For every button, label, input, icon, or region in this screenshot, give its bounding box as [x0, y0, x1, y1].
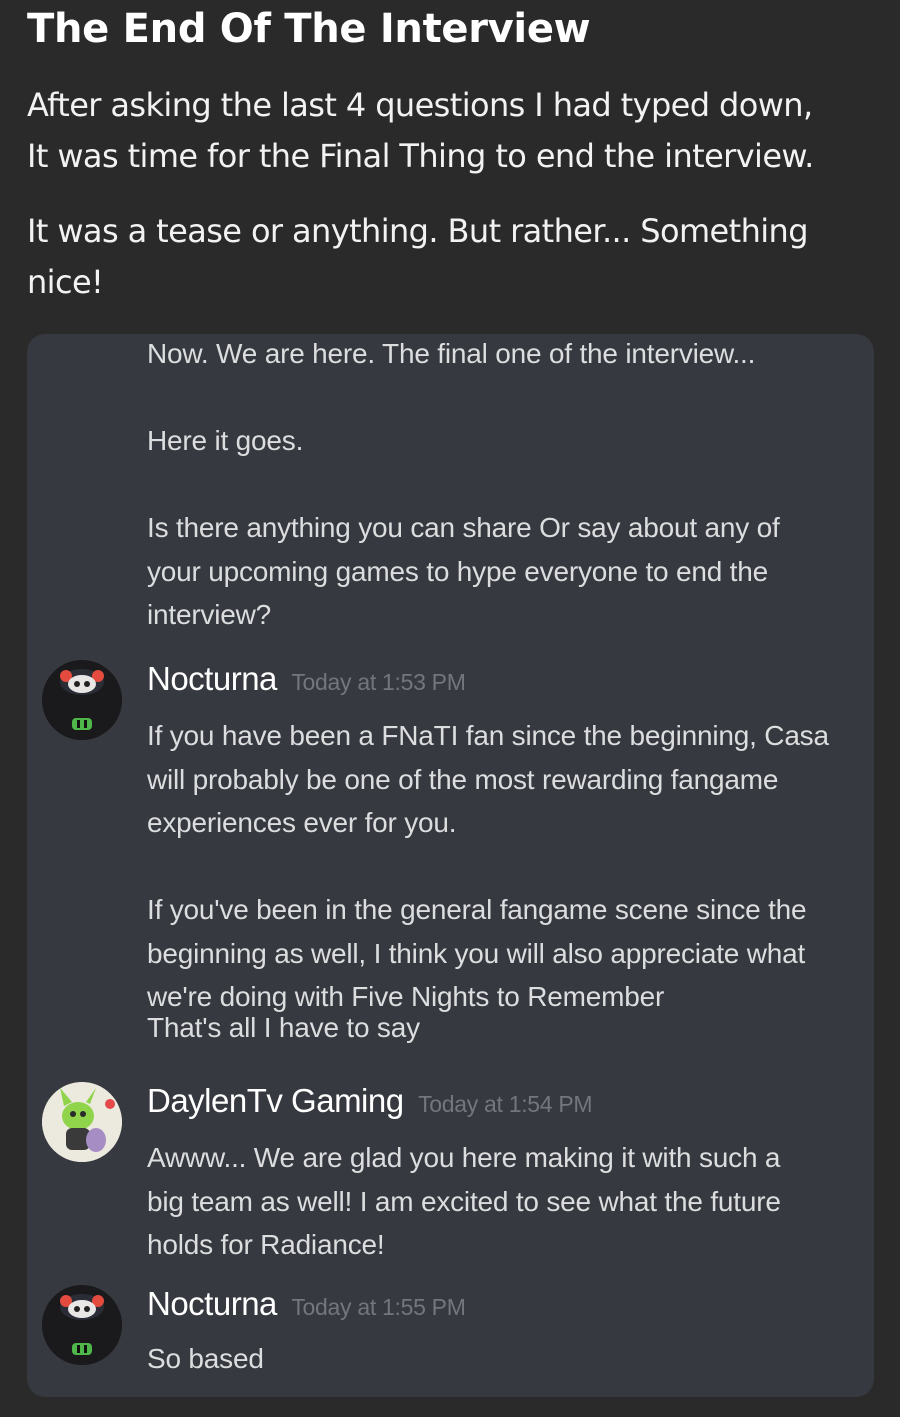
message-line: So based — [147, 1343, 264, 1374]
message-line: will probably be one of the most rewardi… — [147, 763, 779, 795]
message-line: your upcoming games to hype everyone to … — [147, 555, 768, 587]
message-header: DaylenTv Gaming Today at 1:54 PM — [147, 1082, 593, 1120]
post-paragraph-line: After asking the last 4 questions I had … — [27, 86, 813, 124]
message-line: big team as well! I am excited to see wh… — [147, 1185, 781, 1217]
message-line: Here it goes. — [147, 425, 304, 456]
message-timestamp[interactable]: Today at 1:55 PM — [291, 1294, 466, 1320]
message-line: Now. We are here. The final one of the i… — [147, 338, 756, 369]
author-name[interactable]: Nocturna — [147, 660, 277, 697]
message-line: If you have been a FNaTI fan since the b… — [147, 720, 829, 751]
message-line: experiences ever for you. — [147, 807, 457, 838]
chat-message-text: So based — [147, 1337, 867, 1381]
message-timestamp[interactable]: Today at 1:54 PM — [418, 1091, 593, 1117]
nocturna-avatar-icon[interactable] — [42, 660, 122, 740]
post-paragraph-2: It was a tease or anything. But rather..… — [27, 206, 877, 308]
nocturna-avatar-icon[interactable] — [42, 1285, 122, 1365]
message-header: Nocturna Today at 1:55 PM — [147, 1285, 466, 1323]
post-paragraph-line: It was time for the Final Thing to end t… — [27, 137, 814, 175]
chat-message-text: Now. We are here. The final one of the i… — [147, 334, 867, 376]
chat-message-text: If you've been in the general fangame sc… — [147, 888, 867, 1049]
post-title: The End Of The Interview — [27, 6, 591, 52]
post-paragraph-line: It was a tease or anything. But rather..… — [27, 212, 809, 250]
daylentv-avatar-icon[interactable] — [42, 1082, 122, 1162]
message-line: Awww... We are glad you here making it w… — [147, 1142, 781, 1173]
author-name[interactable]: Nocturna — [147, 1285, 277, 1322]
message-line: beginning as well, I think you will also… — [147, 937, 806, 969]
post-paragraph-1: After asking the last 4 questions I had … — [27, 80, 877, 182]
chat-screenshot-card: Now. We are here. The final one of the i… — [27, 334, 874, 1397]
chat-message-text: Awww... We are glad you here making it w… — [147, 1136, 867, 1267]
message-line: interview? — [147, 599, 272, 630]
message-line: holds for Radiance! — [147, 1229, 385, 1260]
message-line: Is there anything you can share Or say a… — [147, 512, 780, 543]
message-timestamp[interactable]: Today at 1:53 PM — [291, 669, 466, 695]
chat-message-text: If you have been a FNaTI fan since the b… — [147, 714, 867, 845]
message-line: If you've been in the general fangame sc… — [147, 894, 807, 925]
message-header: Nocturna Today at 1:53 PM — [147, 660, 466, 698]
chat-message-text: Is there anything you can share Or say a… — [147, 506, 867, 637]
post-paragraph-line: nice! — [27, 263, 104, 301]
chat-message-text: Here it goes. — [147, 419, 867, 463]
author-name[interactable]: DaylenTv Gaming — [147, 1082, 404, 1119]
